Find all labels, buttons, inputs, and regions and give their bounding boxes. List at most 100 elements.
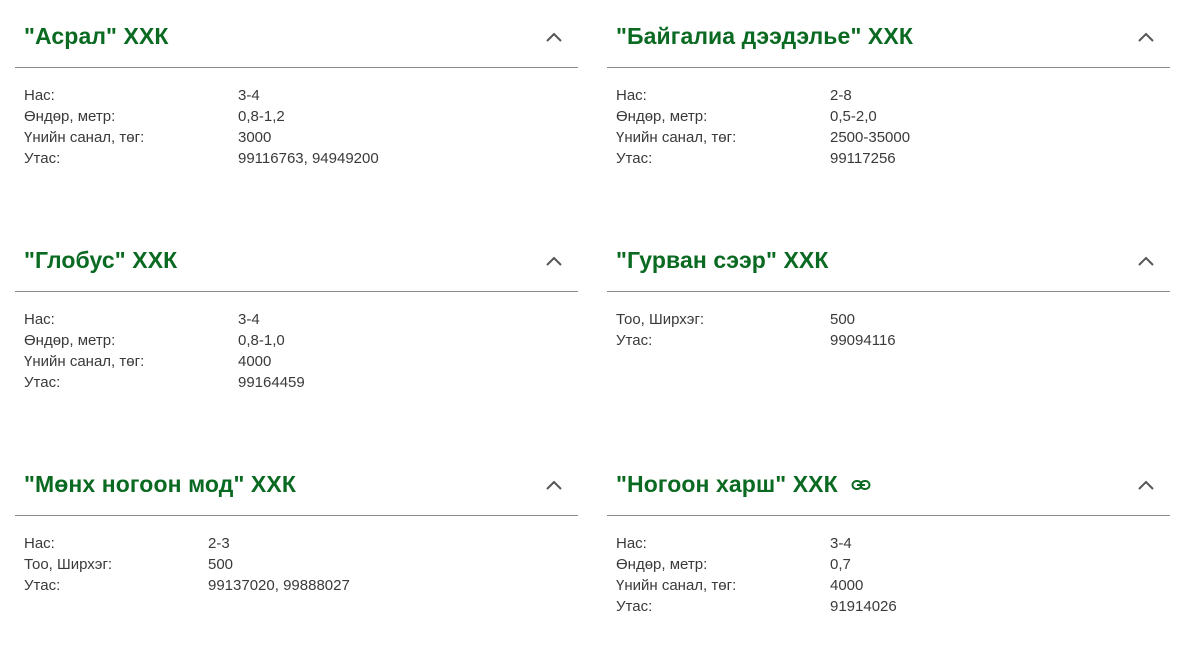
- company-title-text: "Мөнх ногоон мод" ХХК: [24, 471, 296, 497]
- card-header[interactable]: "Глобус" ХХК: [15, 238, 578, 292]
- detail-label: Өндөр, метр:: [24, 332, 116, 349]
- detail-value: 4000: [238, 353, 272, 370]
- detail-row: Утас: 99116763, 94949200: [24, 148, 578, 169]
- detail-value: 0,7: [830, 556, 851, 573]
- card-details: Нас: 3-4 Өндөр, метр: 0,8-1,0 Үнийн санал,…: [15, 292, 578, 393]
- card-header[interactable]: "Ногоон харш" ХХК: [607, 462, 1170, 516]
- detail-row: Өндөр, метр: 0,7: [616, 554, 1170, 575]
- company-card: "Байгалиа дээдэлье" ХХК Нас: 2-8 Өндөр, м…: [607, 14, 1170, 169]
- detail-label: Утас:: [616, 150, 653, 167]
- detail-row: Нас: 3-4: [616, 533, 1170, 554]
- detail-label: Өндөр, метр:: [616, 108, 708, 125]
- detail-value: 0,8-1,2: [238, 108, 285, 125]
- company-title: "Асрал" ХХК: [24, 23, 169, 50]
- company-title: "Байгалиа дээдэлье" ХХК: [616, 23, 913, 50]
- detail-label: Утас:: [24, 577, 61, 594]
- detail-label: Утас:: [24, 374, 61, 391]
- detail-row: Нас: 3-4: [24, 85, 578, 106]
- card-header[interactable]: "Гурван сээр" ХХК: [607, 238, 1170, 292]
- detail-value: 3000: [238, 129, 272, 146]
- detail-row: Утас: 91914026: [616, 596, 1170, 617]
- detail-label: Утас:: [24, 150, 61, 167]
- detail-value: 2-3: [208, 535, 230, 552]
- company-card: "Асрал" ХХК Нас: 3-4 Өндөр, метр: 0,8-1,2 …: [15, 14, 578, 169]
- detail-row: Өндөр, метр: 0,8-1,0: [24, 330, 578, 351]
- detail-row: Үнийн санал, төг: 2500-35000: [616, 127, 1170, 148]
- detail-label: Үнийн санал, төг:: [616, 129, 737, 146]
- detail-value: 99116763, 94949200: [238, 150, 379, 167]
- card-header[interactable]: "Мөнх ногоон мод" ХХК: [15, 462, 578, 516]
- detail-label: Нас:: [616, 535, 647, 552]
- card-details: Нас: 2-3 Тоо, Ширхэг: 500 Утас: 99137020, 9…: [15, 516, 578, 596]
- detail-row: Утас: 99164459: [24, 372, 578, 393]
- chevron-up-icon[interactable]: [1136, 478, 1156, 492]
- detail-row: Үнийн санал, төг: 4000: [24, 351, 578, 372]
- card-details: Нас: 3-4 Өндөр, метр: 0,8-1,2 Үнийн санал,…: [15, 68, 578, 169]
- detail-value: 4000: [830, 577, 864, 594]
- detail-value: 3-4: [238, 87, 260, 104]
- company-title-text: "Ногоон харш" ХХК: [616, 471, 838, 497]
- company-title: "Ногоон харш" ХХК: [616, 471, 871, 498]
- detail-row: Утас: 99117256: [616, 148, 1170, 169]
- card-details: Нас: 3-4 Өндөр, метр: 0,7 Үнийн санал, төг…: [607, 516, 1170, 617]
- detail-value: 500: [208, 556, 234, 573]
- card-header[interactable]: "Байгалиа дээдэлье" ХХК: [607, 14, 1170, 68]
- chevron-up-icon[interactable]: [544, 30, 564, 44]
- detail-row: Өндөр, метр: 0,5-2,0: [616, 106, 1170, 127]
- detail-value: 2-8: [830, 87, 852, 104]
- detail-row: Үнийн санал, төг: 3000: [24, 127, 578, 148]
- detail-label: Утас:: [616, 598, 653, 615]
- card-header[interactable]: "Асрал" ХХК: [15, 14, 578, 68]
- detail-row: Өндөр, метр: 0,8-1,2: [24, 106, 578, 127]
- detail-value: 99094116: [830, 332, 896, 349]
- card-details: Тоо, Ширхэг: 500 Утас: 99094116: [607, 292, 1170, 351]
- detail-row: Тоо, Ширхэг: 500: [24, 554, 578, 575]
- detail-label: Утас:: [616, 332, 653, 349]
- chevron-up-icon[interactable]: [544, 478, 564, 492]
- detail-row: Нас: 2-3: [24, 533, 578, 554]
- detail-value: 2500-35000: [830, 129, 911, 146]
- card-details: Нас: 2-8 Өндөр, метр: 0,5-2,0 Үнийн санал,…: [607, 68, 1170, 169]
- company-card: "Глобус" ХХК Нас: 3-4 Өндөр, метр: 0,8-1,0…: [15, 238, 578, 393]
- detail-label: Өндөр, метр:: [24, 108, 116, 125]
- company-card: "Гурван сээр" ХХК Тоо, Ширхэг: 500 Утас: 9…: [607, 238, 1170, 351]
- detail-label: Үнийн санал, төг:: [24, 353, 145, 370]
- chevron-up-icon[interactable]: [1136, 254, 1156, 268]
- detail-label: Нас:: [24, 87, 55, 104]
- company-title-text: "Асрал" ХХК: [24, 23, 169, 49]
- detail-value: 3-4: [238, 311, 260, 328]
- detail-row: Нас: 3-4: [24, 309, 578, 330]
- detail-label: Тоо, Ширхэг:: [24, 556, 113, 573]
- company-title: "Мөнх ногоон мод" ХХК: [24, 471, 296, 498]
- detail-label: Үнийн санал, төг:: [616, 577, 737, 594]
- company-title-text: "Байгалиа дээдэлье" ХХК: [616, 23, 913, 49]
- detail-value: 0,5-2,0: [830, 108, 877, 125]
- company-title: "Глобус" ХХК: [24, 247, 177, 274]
- detail-label: Үнийн санал, төг:: [24, 129, 145, 146]
- detail-value: 99164459: [238, 374, 305, 391]
- detail-value: 500: [830, 311, 856, 328]
- detail-row: Тоо, Ширхэг: 500: [616, 309, 1170, 330]
- detail-label: Өндөр, метр:: [616, 556, 708, 573]
- detail-value: 91914026: [830, 598, 897, 615]
- detail-value: 99117256: [830, 150, 896, 167]
- company-title: "Гурван сээр" ХХК: [616, 247, 828, 274]
- detail-value: 0,8-1,0: [238, 332, 285, 349]
- detail-label: Тоо, Ширхэг:: [616, 311, 705, 328]
- chevron-up-icon[interactable]: [1136, 30, 1156, 44]
- detail-row: Утас: 99094116: [616, 330, 1170, 351]
- detail-row: Утас: 99137020, 99888027: [24, 575, 578, 596]
- detail-row: Үнийн санал, төг: 4000: [616, 575, 1170, 596]
- company-card: "Ногоон харш" ХХК Нас: 3-4 Өндөр, метр: 0,…: [607, 462, 1170, 617]
- detail-row: Нас: 2-8: [616, 85, 1170, 106]
- chevron-up-icon[interactable]: [544, 254, 564, 268]
- detail-label: Нас:: [24, 535, 55, 552]
- company-card: "Мөнх ногоон мод" ХХК Нас: 2-3 Тоо, Ширхэ…: [15, 462, 578, 596]
- company-title-text: "Глобус" ХХК: [24, 247, 178, 273]
- detail-value: 99137020, 99888027: [208, 577, 350, 594]
- detail-value: 3-4: [830, 535, 852, 552]
- link-icon[interactable]: [851, 478, 871, 492]
- company-title-text: "Гурван сээр" ХХК: [616, 247, 829, 273]
- detail-label: Нас:: [24, 311, 55, 328]
- detail-label: Нас:: [616, 87, 647, 104]
